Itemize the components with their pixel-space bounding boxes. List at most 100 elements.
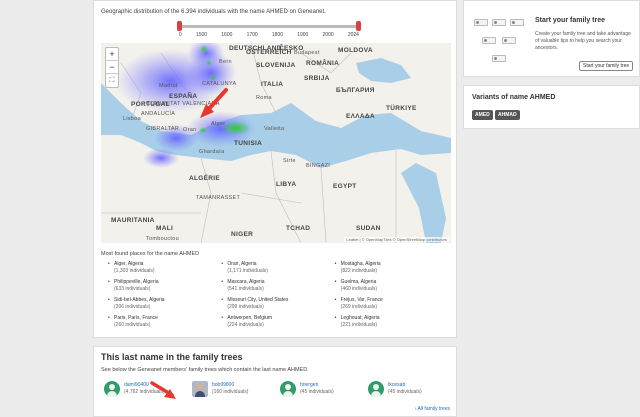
place-count: (1,303 individuals): [114, 267, 155, 274]
place-item[interactable]: Mascara, Algeria(541 individuals): [221, 279, 324, 292]
map-label: NIGER: [231, 231, 254, 238]
place-name[interactable]: Mascara, Algeria: [227, 279, 264, 285]
place-name[interactable]: Oran, Algeria: [227, 261, 256, 267]
map-attribution[interactable]: Leaflet | © OpenMapTiles © OpenStreetMap…: [344, 237, 449, 242]
slider-tick: 2000: [322, 32, 334, 38]
map-label: ROMÂNIA: [306, 60, 340, 67]
map-label: TÜRKIYE: [386, 105, 417, 112]
map-label: ALGÉRIE: [189, 175, 220, 182]
place-name[interactable]: Mostagha, Algeria: [341, 261, 381, 267]
variants-card: Variants of name AHMED AMED AHMAD: [463, 85, 640, 129]
place-name[interactable]: Paris, Paris, France: [114, 315, 158, 321]
place-count: (306 individuals): [114, 303, 151, 310]
place-count: (541 individuals): [227, 285, 264, 292]
tree-node: [474, 19, 488, 26]
tree-count: (45 individuals): [388, 389, 422, 395]
place-name[interactable]: Leghouat, Algeria: [341, 315, 380, 321]
zoom-control: + − ⛶: [105, 47, 119, 88]
tree-node: [502, 37, 516, 44]
avatar: [104, 381, 120, 397]
place-item[interactable]: Guelma, Algeria(460 individuals): [335, 279, 438, 292]
variant-badge[interactable]: AHMAD: [495, 110, 520, 120]
place-count: (460 individuals): [340, 285, 378, 292]
place-count: (269 individuals): [340, 303, 378, 310]
place-count: (260 individuals): [114, 321, 151, 328]
place-item[interactable]: Alger, Algeria(1,303 individuals): [108, 261, 211, 274]
map-label: SRBIJA: [304, 75, 330, 82]
place-name[interactable]: Antwerpen, Belgium: [227, 315, 272, 321]
place-count: (633 individuals): [114, 285, 151, 292]
avatar: [280, 381, 296, 397]
tree-user-link[interactable]: hnergen: [300, 382, 334, 389]
place-item[interactable]: Antwerpen, Belgium(224 individuals): [221, 315, 324, 328]
place-count: (299 individuals): [227, 303, 264, 310]
place-item[interactable]: Leghouat, Algeria(221 individuals): [335, 315, 438, 328]
map-canvas[interactable]: [101, 43, 451, 243]
tree-item[interactable]: hnergen (45 individuals): [280, 381, 334, 397]
map-label: Oran: [183, 127, 197, 133]
place-item[interactable]: Sidi-bel-Abbes, Algeria(306 individuals): [108, 297, 211, 310]
all-family-trees-label: All family trees: [417, 406, 450, 412]
place-name[interactable]: Sidi-bel-Abbes, Algeria: [114, 297, 165, 303]
slider-tick: 2024: [347, 32, 359, 38]
start-tree-button[interactable]: Start your family tree: [579, 61, 634, 71]
slider-handle-start[interactable]: [177, 21, 182, 31]
tree-item[interactable]: tkoxsab (45 individuals): [368, 381, 422, 397]
map-label: ITALIA: [261, 81, 284, 88]
map-label: БЪЛГАРИЯ: [336, 87, 375, 94]
map-label: Bern: [219, 59, 232, 65]
zoom-in-button[interactable]: +: [106, 48, 118, 61]
slider-tick: 1700: [246, 32, 258, 38]
place-name[interactable]: Alger, Algeria: [114, 261, 143, 267]
place-item[interactable]: Paris, Paris, France(260 individuals): [108, 315, 211, 328]
avatar: [368, 381, 384, 397]
place-name[interactable]: Fréjus, Var, France: [341, 297, 383, 303]
place-item[interactable]: Mostagha, Algeria(822 individuals): [335, 261, 438, 274]
start-tree-title: Start your family tree: [535, 17, 606, 24]
place-item[interactable]: Oran, Algeria(1,171 individuals): [221, 261, 324, 274]
tree-illustration: [472, 17, 528, 69]
tree-user-link[interactable]: bob99800: [212, 382, 248, 389]
map-label: SLOVENIJA: [256, 62, 296, 69]
places-list: Alger, Algeria(1,303 individuals) Oran, A…: [108, 261, 438, 328]
map-label: MALI: [156, 225, 174, 232]
place-name[interactable]: Guelma, Algeria: [341, 279, 377, 285]
variant-badge[interactable]: AMED: [472, 110, 493, 120]
slider-tick: 1500: [195, 32, 208, 38]
trees-description: See below the Geneanet members' family t…: [101, 367, 309, 373]
place-item[interactable]: Fréjus, Var, France(269 individuals): [335, 297, 438, 310]
places-title: Most found places for the name AHMED: [101, 251, 200, 257]
place-item[interactable]: Philippeville, Algeria(633 individuals): [108, 279, 211, 292]
distribution-card: Geographic distribution of the 6.394 ind…: [93, 0, 457, 338]
slider-ticks: 0 1500 1600 1700 1800 1900 2000 2024: [179, 32, 359, 38]
map-label: ÖSTERREICH: [246, 49, 292, 56]
red-arrow-icon: [200, 88, 228, 118]
map-label: TCHAD: [286, 225, 311, 232]
heat-map[interactable]: + − ⛶ DEUTSCHLAND ČESKO ÖSTERREICH Budap…: [101, 43, 451, 243]
map-label: Sirte: [283, 158, 296, 164]
tree-node: [492, 55, 506, 62]
avatar: [192, 381, 208, 397]
zoom-out-button[interactable]: −: [106, 61, 118, 74]
tree-node: [482, 37, 496, 44]
place-count: (221 individuals): [340, 321, 378, 328]
tree-count: (160 individuals): [212, 389, 249, 395]
fullscreen-icon[interactable]: ⛶: [106, 74, 118, 87]
tree-user-link[interactable]: tkoxsab: [388, 382, 422, 389]
place-name[interactable]: Philippeville, Algeria: [114, 279, 158, 285]
slider-track[interactable]: [179, 25, 359, 28]
map-label: Tombouctou: [146, 236, 179, 242]
slider-handle-end[interactable]: [356, 21, 361, 31]
map-label: Madrid: [159, 83, 178, 89]
place-name[interactable]: Missouri City, United States: [227, 297, 288, 303]
red-arrow-icon: [150, 381, 176, 399]
map-label: TAMANRASSET: [196, 195, 241, 201]
map-label: SUDAN: [356, 225, 381, 232]
map-label: ESPAÑA: [169, 93, 198, 100]
place-item[interactable]: Missouri City, United States(299 individ…: [221, 297, 324, 310]
map-label: Valletta: [264, 126, 285, 132]
tree-item[interactable]: bob99800 (160 individuals): [192, 381, 248, 397]
all-family-trees-link[interactable]: › All family trees: [415, 406, 450, 412]
trees-title: This last name in the family trees: [101, 352, 243, 362]
year-slider[interactable]: 0 1500 1600 1700 1800 1900 2000 2024: [177, 21, 361, 39]
